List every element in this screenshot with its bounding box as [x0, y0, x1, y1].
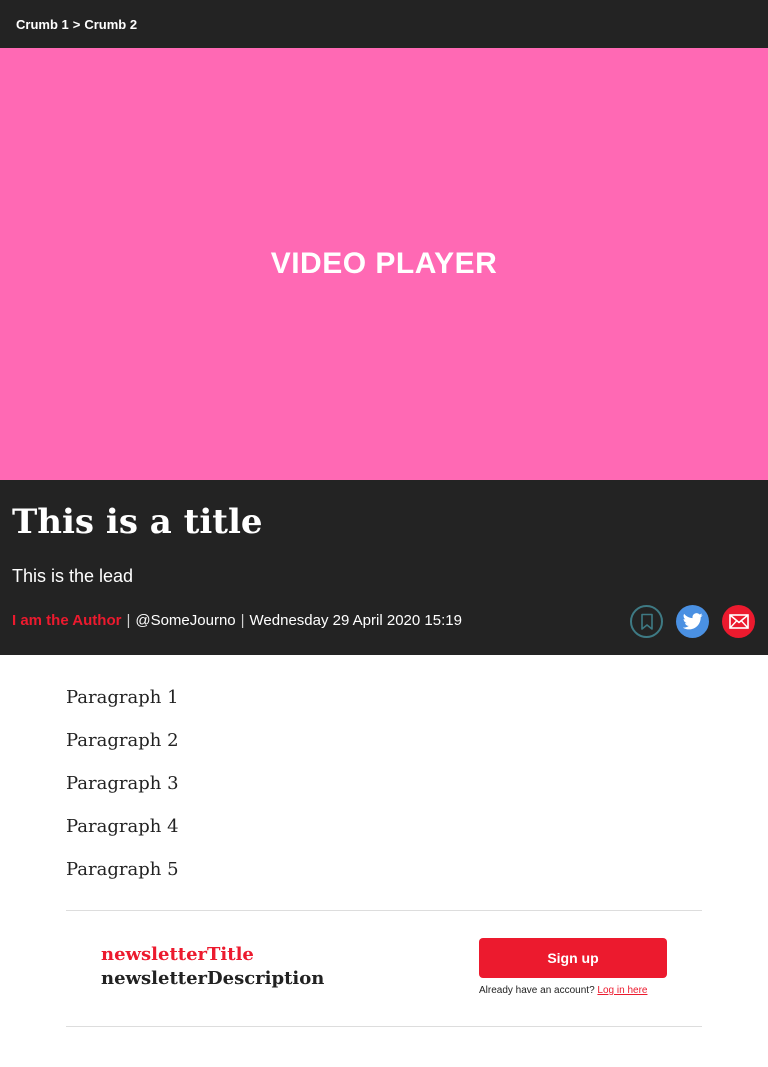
- newsletter-signup: newsletterTitle newsletterDescription Si…: [66, 910, 702, 1027]
- publish-date: Wednesday 29 April 2020 15:19: [249, 612, 462, 629]
- newsletter-title: newsletterTitle: [101, 944, 254, 965]
- breadcrumb: Crumb 1 > Crumb 2: [0, 0, 768, 48]
- twitter-icon: [682, 613, 703, 630]
- bookmark-icon: [640, 613, 653, 630]
- article-body: Paragraph 1 Paragraph 2 Paragraph 3 Para…: [66, 683, 702, 898]
- login-prompt: Already have an account? Log in here: [479, 984, 647, 998]
- sign-up-button[interactable]: Sign up: [479, 938, 667, 978]
- breadcrumb-item-crumb-1[interactable]: Crumb 1: [16, 17, 69, 32]
- video-player-label: VIDEO PLAYER: [270, 247, 498, 280]
- byline-divider: |: [240, 612, 245, 629]
- article-paragraph: Paragraph 1: [66, 687, 179, 708]
- article-header: This is a title This is the lead I am th…: [0, 480, 768, 655]
- breadcrumb-separator: >: [72, 16, 81, 32]
- newsletter-description: newsletterDescription: [101, 968, 325, 989]
- article-title: This is a title: [12, 502, 263, 542]
- email-icon: [728, 614, 749, 629]
- author-link[interactable]: I am the Author: [12, 612, 121, 629]
- video-player[interactable]: VIDEO PLAYER: [0, 48, 768, 480]
- login-link[interactable]: Log in here: [597, 985, 647, 996]
- article-paragraph: Paragraph 3: [66, 773, 179, 794]
- bookmark-button[interactable]: [630, 605, 663, 638]
- article-paragraph: Paragraph 5: [66, 859, 179, 880]
- byline: I am the Author | @SomeJourno | Wednesday 29…: [12, 610, 462, 632]
- login-prompt-text: Already have an account?: [479, 985, 595, 996]
- share-email-button[interactable]: [722, 605, 755, 638]
- byline-divider: |: [126, 612, 131, 629]
- share-twitter-button[interactable]: [676, 605, 709, 638]
- article-lead: This is the lead: [12, 566, 134, 586]
- article-paragraph: Paragraph 2: [66, 730, 179, 751]
- breadcrumb-item-crumb-2[interactable]: Crumb 2: [84, 17, 137, 32]
- article-paragraph: Paragraph 4: [66, 816, 179, 837]
- author-handle: @SomeJourno: [135, 612, 236, 629]
